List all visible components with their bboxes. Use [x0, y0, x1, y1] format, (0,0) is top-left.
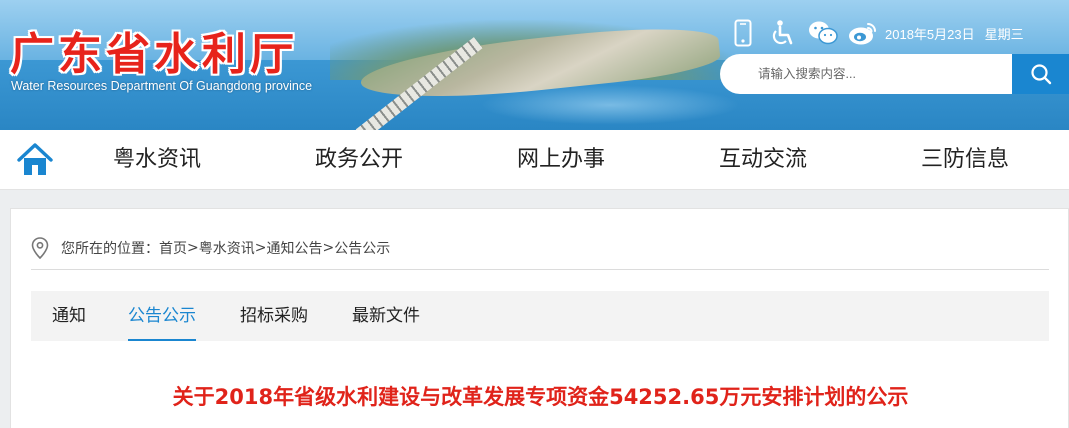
current-date: 2018年5月23日 星期三	[885, 24, 1034, 43]
site-logo-english: Water Resources Department Of Guangdong …	[11, 79, 313, 93]
nav-item-interaction[interactable]: 互动交流	[719, 130, 807, 190]
header-banner: 广东省水利厅 Water Resources Department Of Gua…	[0, 0, 1069, 130]
breadcrumb-notices[interactable]: 通知公告	[266, 238, 322, 258]
content-card: 您所在的位置： 首页 > 粤水资讯 > 通知公告 > 公告公示 通知 公告公示 …	[10, 208, 1069, 428]
breadcrumb-news[interactable]: 粤水资讯	[199, 238, 255, 258]
breadcrumb-announcements[interactable]: 公告公示	[334, 238, 390, 258]
breadcrumb-separator: >	[322, 240, 335, 256]
breadcrumb-separator: >	[187, 240, 199, 256]
wechat-icon[interactable]	[808, 18, 838, 48]
nav-item-flood-control[interactable]: 三防信息	[921, 130, 1009, 190]
breadcrumb-separator: >	[254, 240, 267, 256]
banner-water	[480, 85, 740, 125]
breadcrumb-divider	[31, 269, 1049, 270]
article-title: 关于2018年省级水利建设与改革发展专项资金54252.65万元安排计划的公示	[172, 385, 909, 409]
location-pin-icon	[31, 237, 49, 259]
header-icon-bar	[728, 18, 888, 48]
site-logo[interactable]: 广东省水利厅	[10, 18, 298, 82]
tab-procurement[interactable]: 招标采购	[240, 291, 308, 341]
breadcrumb-prefix: 您所在的位置：	[61, 241, 159, 257]
search-input[interactable]	[720, 54, 1012, 94]
search-box	[720, 54, 1012, 94]
category-tabs: 通知 公告公示 招标采购 最新文件	[31, 291, 1049, 341]
tab-announcements[interactable]: 公告公示	[128, 291, 196, 341]
weibo-icon[interactable]	[848, 18, 878, 48]
breadcrumb-home[interactable]: 首页	[159, 238, 187, 258]
search-icon	[1030, 64, 1051, 85]
nav-item-online-services[interactable]: 网上办事	[517, 130, 605, 190]
breadcrumb: 您所在的位置： 首页 > 粤水资讯 > 通知公告 > 公告公示	[31, 237, 390, 259]
nav-item-news[interactable]: 粤水资讯	[113, 130, 201, 190]
tab-notice[interactable]: 通知	[52, 291, 86, 341]
main-nav: 粤水资讯 政务公开 网上办事 互动交流 三防信息	[0, 130, 1069, 190]
weekday-text: 星期三	[984, 27, 1024, 42]
search-button[interactable]	[1012, 54, 1069, 94]
tab-latest-documents[interactable]: 最新文件	[352, 291, 420, 341]
home-icon[interactable]	[17, 142, 53, 178]
date-text: 2018年5月23日	[885, 27, 975, 42]
nav-item-gov-affairs[interactable]: 政务公开	[315, 130, 403, 190]
accessibility-icon[interactable]	[768, 18, 798, 48]
mobile-icon[interactable]	[728, 18, 758, 48]
